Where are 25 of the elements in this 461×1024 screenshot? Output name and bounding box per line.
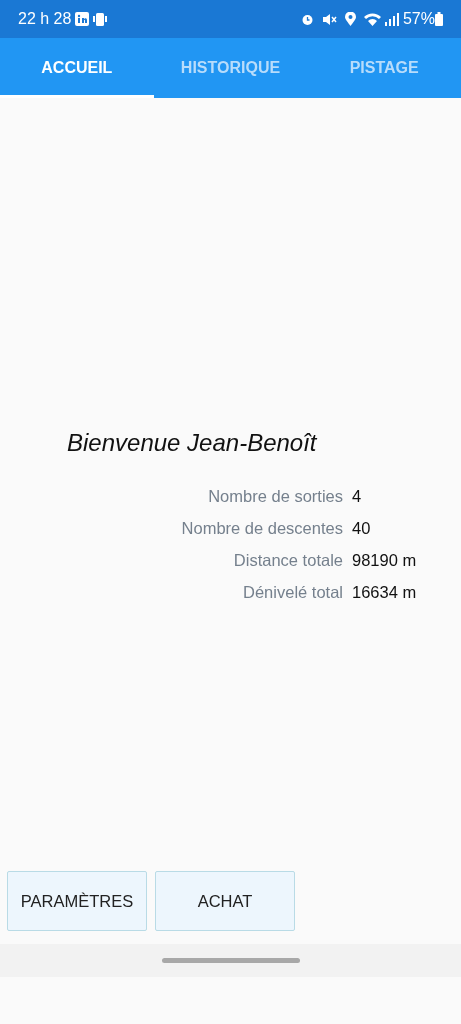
stat-label: Nombre de descentes [180, 518, 343, 539]
clock: 22 h 28 [18, 9, 72, 29]
location-icon [344, 12, 356, 26]
battery-level: 57% [402, 9, 435, 29]
battery-icon [435, 12, 443, 26]
alarm-icon [300, 12, 314, 26]
home-indicator[interactable] [161, 958, 300, 963]
action-button[interactable]: PARAMÈTRES [7, 871, 147, 931]
stat-value: 40 [352, 518, 372, 539]
stat-label: Distance totale [232, 550, 343, 571]
tab[interactable]: HISTORIQUE [153, 38, 308, 98]
stat-label: Dénivelé total [242, 582, 343, 603]
stat-label: Nombre de sorties [207, 486, 343, 507]
tab[interactable]: PISTAGE [307, 38, 461, 98]
tab[interactable]: ACCUEIL [0, 38, 154, 98]
phone-icon [93, 11, 108, 27]
stat-value: 4 [352, 486, 363, 507]
welcome-title: Bienvenue Jean-Benoît [66, 428, 318, 458]
wifi-icon [363, 12, 381, 26]
action-button[interactable]: ACHAT [155, 871, 295, 931]
stat-value: 16634 m [352, 582, 418, 603]
signal-icon [384, 12, 399, 26]
mute-icon [321, 12, 337, 26]
linkedin-icon [75, 12, 90, 26]
stat-value: 98190 m [352, 550, 418, 571]
